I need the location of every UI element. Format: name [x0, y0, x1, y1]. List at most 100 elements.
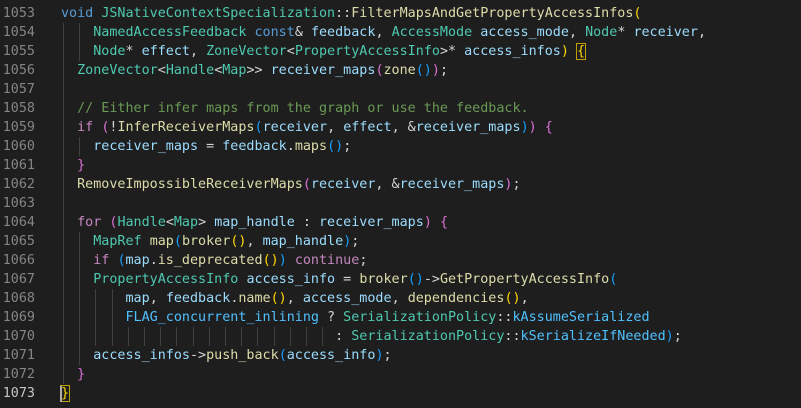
line-number: 1060: [2, 139, 35, 154]
token: ->: [423, 272, 440, 287]
code-line[interactable]: 1065 MapRef map(broker(), map_handle);: [0, 232, 801, 251]
token: receiver_maps: [399, 177, 505, 192]
token: NamedAccessFeedback: [93, 25, 247, 40]
token: ): [375, 348, 384, 363]
line-number: 1073: [2, 386, 35, 401]
code-line[interactable]: 1055 Node* effect, ZoneVector<PropertyAc…: [0, 42, 801, 61]
code-line[interactable]: 1057: [0, 80, 801, 99]
token: ;: [512, 177, 521, 192]
token: InferReceiverMaps: [117, 120, 255, 135]
token: *: [125, 44, 142, 59]
code-line[interactable]: 1063: [0, 194, 801, 213]
code-line[interactable]: 1060 receiver_maps = feedback.maps();: [0, 137, 801, 156]
code-line[interactable]: 1058 // Either infer maps from the graph…: [0, 99, 801, 118]
token: ,: [375, 25, 392, 40]
token: JSNativeContextSpecialization: [101, 6, 336, 21]
token: (): [270, 291, 287, 306]
code-text: Node* effect, ZoneVector<PropertyAccessI…: [61, 42, 587, 61]
matched-bracket: }: [59, 385, 71, 402]
code-line[interactable]: 1073}: [0, 384, 801, 403]
code-editor[interactable]: 1053 void JSNativeContextSpecialization::…: [0, 0, 801, 408]
token: Map: [173, 215, 199, 230]
token: const: [254, 25, 295, 40]
token: access_info: [286, 348, 376, 363]
code-line[interactable]: 1071 access_infos->push_back(access_info…: [0, 346, 801, 365]
token: {: [544, 120, 553, 135]
code-text: FLAG_concurrent_inlining ? Serialization…: [61, 308, 650, 327]
code-line[interactable]: 1054 NamedAccessFeedback const& feedback…: [0, 23, 801, 42]
line-number: 1056: [2, 63, 35, 78]
token: (): [230, 234, 247, 249]
token: MapRef: [93, 234, 142, 249]
line-number: 1068: [2, 291, 35, 306]
code-line[interactable]: 1062 RemoveImpossibleReceiverMaps(receiv…: [0, 175, 801, 194]
code-line[interactable]: 1056 ZoneVector<Handle<Map>> receiver_ma…: [0, 61, 801, 80]
token: feedback: [222, 139, 287, 154]
token: kSerializeIfNeeded: [520, 329, 666, 344]
line-number: 1062: [2, 177, 35, 192]
code-text: RemoveImpossibleReceiverMaps(receiver, &…: [61, 175, 521, 194]
token: .: [286, 139, 295, 154]
code-line[interactable]: 1070 : SerializationPolicy::kSerializeIf…: [0, 327, 801, 346]
code-line[interactable]: 1059 if (!InferReceiverMaps(receiver, ef…: [0, 118, 801, 137]
token: (): [262, 253, 279, 268]
token: ,: [149, 291, 166, 306]
token: >*: [439, 44, 465, 59]
line-number: 1069: [2, 310, 35, 325]
code-text: PropertyAccessInfo access_info = broker(…: [61, 270, 617, 289]
line-number: 1057: [2, 82, 35, 97]
code-line[interactable]: 1064 for (Handle<Map> map_handle : recei…: [0, 213, 801, 232]
token: (: [173, 234, 182, 249]
token: Handle: [165, 63, 215, 78]
token: =: [198, 139, 223, 154]
token: >: [198, 215, 215, 230]
line-number: 1053: [2, 6, 35, 21]
indent-guide: [63, 194, 64, 213]
token: effect: [141, 44, 190, 59]
token: (: [302, 177, 311, 192]
token: ::: [504, 329, 521, 344]
token: map_handle: [262, 234, 344, 249]
code-line[interactable]: 1066 if (map.is_deprecated()) continue;: [0, 251, 801, 270]
token: ): [665, 329, 674, 344]
token: receiver_maps: [93, 139, 199, 154]
code-line[interactable]: 1061 }: [0, 156, 801, 175]
token: ::: [335, 6, 352, 21]
token: ;: [673, 329, 682, 344]
code-text: receiver_maps = feedback.maps();: [61, 137, 351, 156]
token: name: [238, 291, 271, 306]
token: (: [117, 253, 126, 268]
token: map: [125, 291, 150, 306]
code-line[interactable]: 1053 void JSNativeContextSpecialization::…: [0, 4, 801, 23]
token: is_deprecated: [157, 253, 263, 268]
token: access_mode: [302, 291, 392, 306]
code-line[interactable]: 1072 }: [0, 365, 801, 384]
line-number: 1059: [2, 120, 35, 135]
token: zone: [383, 63, 416, 78]
token: effect: [343, 120, 392, 135]
token: (): [504, 291, 521, 306]
token: broker: [359, 272, 408, 287]
token: ;: [351, 234, 360, 249]
token: SerializationPolicy: [343, 310, 497, 325]
code-line[interactable]: 1067 PropertyAccessInfo access_info = br…: [0, 270, 801, 289]
token: (: [375, 63, 384, 78]
token: push_back: [206, 348, 279, 363]
code-line[interactable]: 1069 FLAG_concurrent_inlining ? Serializ…: [0, 308, 801, 327]
line-number: 1065: [2, 234, 35, 249]
token: SerializationPolicy: [351, 329, 505, 344]
code-line[interactable]: 1068 map, feedback.name(), access_mode, …: [0, 289, 801, 308]
line-number: 1072: [2, 367, 35, 382]
code-text: if (map.is_deprecated()) continue;: [61, 251, 367, 270]
token: ): [528, 120, 537, 135]
code-text: void JSNativeContextSpecialization::Filt…: [61, 4, 641, 23]
token: continue: [294, 253, 360, 268]
token: feedback: [165, 291, 231, 306]
token: Handle: [117, 215, 166, 230]
token: :: [61, 329, 352, 344]
